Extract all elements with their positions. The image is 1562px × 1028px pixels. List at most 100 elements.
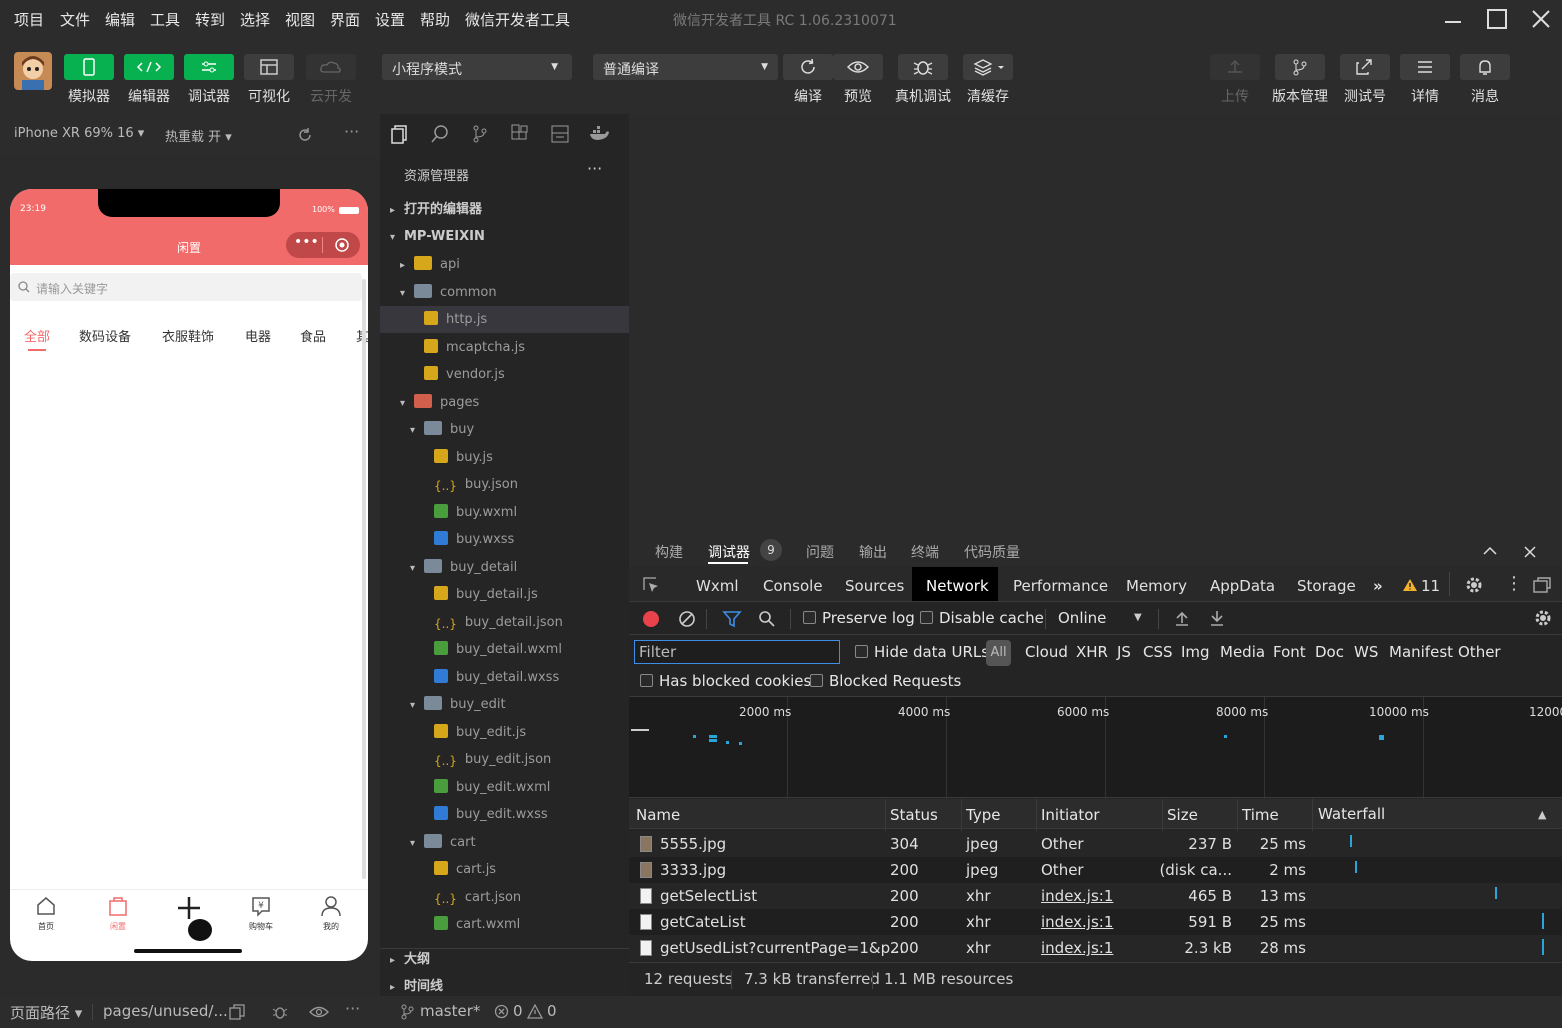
tree-file[interactable]: buy_detail.wxml (380, 636, 629, 663)
tree-file[interactable]: buy.js (380, 444, 629, 471)
tree-file[interactable]: buy_edit.js (380, 719, 629, 746)
warning-count[interactable]: 11 (1421, 577, 1440, 595)
tree-file[interactable]: buy.wxss (380, 526, 629, 553)
editor-button[interactable] (124, 54, 174, 80)
cloud-button[interactable] (306, 54, 356, 80)
tree-file[interactable]: cart.js (380, 856, 629, 883)
category-all[interactable]: 全部 (24, 326, 50, 345)
tree-folder[interactable]: ▸ api (380, 251, 629, 278)
tab-appdata[interactable]: AppData (1210, 577, 1275, 595)
close-panel-icon[interactable] (1523, 545, 1537, 559)
import-har-icon[interactable] (1174, 609, 1190, 627)
tab-unused[interactable]: 闲置 (104, 895, 132, 932)
git-branch-icon[interactable] (400, 1004, 414, 1020)
copy-icon[interactable] (229, 1004, 245, 1020)
settings-gear-icon[interactable] (1464, 575, 1484, 595)
tree-folder[interactable]: ▾ common (380, 279, 629, 306)
col-waterfall[interactable]: Waterfall (1318, 805, 1385, 823)
tab-sources[interactable]: Sources (845, 577, 904, 595)
remote-debug-button[interactable] (898, 54, 948, 80)
search-icon[interactable] (758, 610, 776, 628)
capsule-close-icon[interactable] (334, 237, 350, 253)
tab-memory[interactable]: Memory (1126, 577, 1187, 595)
avatar[interactable] (14, 52, 52, 90)
tab-network[interactable]: Network (926, 577, 989, 595)
col-name[interactable]: Name (636, 806, 680, 824)
tree-file[interactable]: buy_edit.wxml (380, 774, 629, 801)
type-ws[interactable]: WS (1354, 643, 1378, 661)
category-food[interactable]: 食品 (300, 326, 326, 345)
export-har-icon[interactable] (1209, 609, 1225, 627)
tree-file[interactable]: {..} buy_detail.json (380, 609, 629, 636)
hide-data-urls-checkbox[interactable]: Hide data URLs (855, 643, 989, 661)
debugger-button[interactable] (184, 54, 234, 80)
type-js[interactable]: JS (1117, 643, 1131, 661)
tab-storage[interactable]: Storage (1297, 577, 1356, 595)
tree-folder[interactable]: ▾ pages (380, 389, 629, 416)
chevron-down-icon[interactable]: ▼ (1134, 612, 1142, 623)
mode-select[interactable]: 小程序模式 ▼ (382, 54, 572, 80)
tree-file[interactable]: buy_detail.js (380, 581, 629, 608)
tree-file[interactable]: {..} buy_edit.json (380, 746, 629, 773)
storage-icon[interactable] (550, 124, 570, 144)
tab-wxml[interactable]: Wxml (696, 577, 739, 595)
menu-project[interactable]: 项目 (14, 9, 44, 30)
version-button[interactable] (1275, 54, 1325, 80)
clear-cache-button[interactable] (963, 54, 1013, 80)
preview-button[interactable] (833, 54, 883, 80)
chevron-up-icon[interactable] (1482, 544, 1498, 558)
tree-folder[interactable]: ▾ buy_detail (380, 554, 629, 581)
search-icon[interactable] (430, 124, 450, 144)
blocked-requests-checkbox[interactable]: Blocked Requests (810, 672, 961, 690)
tree-file[interactable]: cart.wxml (380, 911, 629, 938)
type-cloud[interactable]: Cloud (1025, 643, 1068, 661)
tab-output[interactable]: 输出 (859, 542, 887, 562)
undock-icon[interactable] (1532, 576, 1552, 594)
col-status[interactable]: Status (890, 806, 938, 824)
category-digital[interactable]: 数码设备 (79, 326, 131, 345)
tab-terminal[interactable]: 终端 (911, 542, 939, 562)
category-appliance[interactable]: 电器 (245, 326, 271, 345)
col-type[interactable]: Type (966, 806, 1000, 824)
tree-file[interactable]: {..} buy.json (380, 471, 629, 498)
menu-interface[interactable]: 界面 (330, 9, 360, 30)
tree-file[interactable]: buy.wxml (380, 499, 629, 526)
menu-tools[interactable]: 工具 (150, 9, 180, 30)
blocked-cookies-checkbox[interactable]: Has blocked cookies (640, 672, 811, 690)
minimize-icon[interactable] (1440, 6, 1466, 32)
tree-file[interactable]: {..} cart.json (380, 884, 629, 911)
category-clothing[interactable]: 衣服鞋饰 (162, 326, 214, 345)
menu-settings[interactable]: 设置 (375, 9, 405, 30)
test-account-button[interactable] (1340, 54, 1390, 80)
docker-icon[interactable] (588, 124, 610, 144)
tab-mine[interactable]: 我的 (317, 895, 345, 932)
tab-performance[interactable]: Performance (1013, 577, 1108, 595)
bug-icon[interactable] (271, 1003, 289, 1021)
tree-folder[interactable]: ▾ buy_edit (380, 691, 629, 718)
clear-icon[interactable] (677, 609, 697, 629)
type-manifest[interactable]: Manifest (1389, 643, 1453, 661)
messages-button[interactable] (1460, 54, 1510, 80)
compile-mode-select[interactable]: 普通编译 ▼ (593, 54, 778, 80)
upload-button[interactable] (1210, 54, 1260, 80)
menu-file[interactable]: 文件 (60, 9, 90, 30)
table-row[interactable] (629, 831, 1562, 857)
close-icon[interactable] (1528, 6, 1554, 32)
eye-icon[interactable] (309, 1004, 329, 1020)
filter-icon[interactable] (722, 610, 742, 628)
menu-wechat-devtools[interactable]: 微信开发者工具 (465, 9, 570, 30)
tree-folder[interactable]: ▾ cart (380, 829, 629, 856)
network-settings-icon[interactable] (1533, 608, 1553, 628)
filter-input[interactable]: Filter (634, 640, 840, 664)
more-tabs-icon[interactable]: » (1373, 577, 1383, 595)
overview-timeline[interactable]: 2000 ms 4000 ms 6000 ms 8000 ms 10000 ms… (629, 696, 1562, 799)
tab-problems[interactable]: 问题 (806, 542, 834, 562)
extensions-icon[interactable] (510, 124, 530, 144)
root-folder[interactable]: ▾ MP-WEIXIN (380, 223, 629, 250)
tree-file[interactable]: vendor.js (380, 361, 629, 388)
col-initiator[interactable]: Initiator (1041, 806, 1100, 824)
page-path-select[interactable]: 页面路径 ▾ (10, 1002, 82, 1023)
explorer-more-icon[interactable]: ··· (587, 159, 602, 178)
maximize-icon[interactable] (1484, 6, 1510, 32)
tab-console[interactable]: Console (763, 577, 823, 595)
